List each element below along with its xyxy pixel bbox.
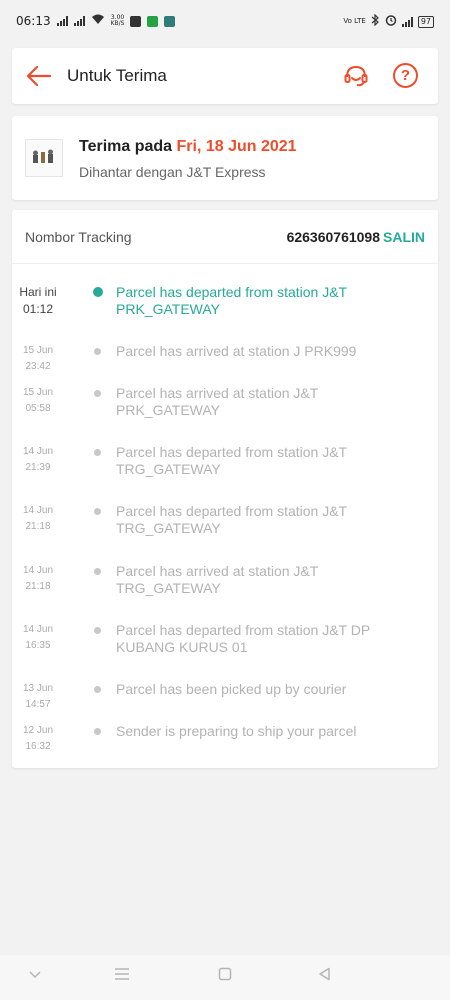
receive-date-line: Terima pada Fri, 18 Jun 2021 — [79, 138, 297, 156]
status-time: 06:13 — [16, 14, 51, 28]
tracking-label: Nombor Tracking — [25, 229, 132, 245]
event-timestamp: 15 Jun 23:42 — [22, 345, 54, 372]
event-description: Parcel has departed from station J&T TRG… — [116, 503, 347, 536]
nav-home-icon[interactable] — [218, 967, 232, 986]
event-description: Parcel has departed from station J&T TRG… — [116, 444, 347, 477]
message-app-icon — [130, 15, 142, 27]
gallery-app-icon — [164, 15, 176, 27]
timeline-dot-current — [93, 287, 103, 297]
receive-label: Terima pada — [79, 138, 177, 155]
timeline-dot — [94, 627, 101, 634]
timeline-dot — [94, 449, 101, 456]
event-timestamp: 14 Jun 21:39 — [22, 446, 54, 473]
event-timestamp: 12 Jun 16:32 — [22, 725, 54, 752]
page-title: Untuk Terima — [67, 66, 167, 85]
event-timestamp: 14 Jun 16:35 — [22, 624, 54, 651]
timeline-dot — [94, 390, 101, 397]
event-timestamp: Hari ini 01:12 — [19, 285, 57, 316]
alarm-icon — [385, 14, 397, 29]
event-description: Parcel has departed from station J&T PRK… — [116, 284, 347, 317]
event-description: Sender is preparing to ship your parcel — [116, 723, 357, 739]
event-timestamp: 13 Jun 14:57 — [22, 683, 54, 710]
battery-icon: 97 — [417, 15, 434, 28]
nav-menu-icon[interactable] — [114, 967, 130, 986]
event-description: Parcel has arrived at station J PRK999 — [116, 343, 357, 359]
event-timestamp: 15 Jun 05:58 — [22, 387, 54, 414]
event-timestamp: 14 Jun 21:18 — [22, 505, 54, 532]
receive-date: Fri, 18 Jun 2021 — [176, 138, 297, 155]
event-description: Parcel has departed from station J&T DP … — [116, 622, 370, 655]
headset-support-icon[interactable] — [343, 63, 369, 89]
tracking-number: 626360761098 — [286, 229, 380, 245]
event-timestamp: 14 Jun 21:18 — [22, 565, 54, 592]
event-description: Parcel has arrived at station J&T TRG_GA… — [116, 563, 319, 596]
help-question-icon[interactable]: ? — [393, 63, 418, 88]
bluetooth-icon — [371, 13, 380, 29]
system-nav-bar — [0, 955, 450, 1000]
timeline-dot — [94, 728, 101, 735]
timeline-dot — [94, 568, 101, 575]
tracking-number-row: Nombor Tracking 626360761098 SALIN — [12, 210, 438, 264]
delivery-info-card: Terima pada Fri, 18 Jun 2021 Dihantar de… — [12, 116, 438, 200]
courier-text: Dihantar dengan J&T Express — [79, 164, 266, 180]
event-description: Parcel has been picked up by courier — [116, 681, 347, 697]
timeline-dot — [94, 508, 101, 515]
volte-indicator: Vo LTE — [343, 17, 366, 25]
event-description: Parcel has arrived at station J&T PRK_GA… — [116, 385, 319, 418]
product-thumbnail — [25, 139, 63, 177]
timeline-dot — [94, 686, 101, 693]
copy-tracking-button[interactable]: SALIN — [383, 229, 425, 245]
page-header: Untuk Terima ? — [12, 48, 438, 104]
back-arrow-icon[interactable] — [26, 65, 52, 87]
signal-icon-2 — [73, 16, 85, 26]
signal-icon-3 — [401, 16, 413, 27]
tracking-card: Nombor Tracking 626360761098 SALIN Hari … — [12, 210, 438, 768]
nav-collapse-icon[interactable] — [28, 967, 42, 985]
network-speed: 3.00 KB/S — [110, 14, 125, 27]
status-bar: 06:13 3.00 KB/S Vo LTE 97 — [0, 0, 450, 44]
signal-icon — [56, 16, 68, 26]
wifi-icon — [91, 14, 105, 28]
timeline-dot — [94, 348, 101, 355]
whatsapp-icon — [147, 15, 159, 27]
nav-back-icon[interactable] — [318, 967, 332, 986]
